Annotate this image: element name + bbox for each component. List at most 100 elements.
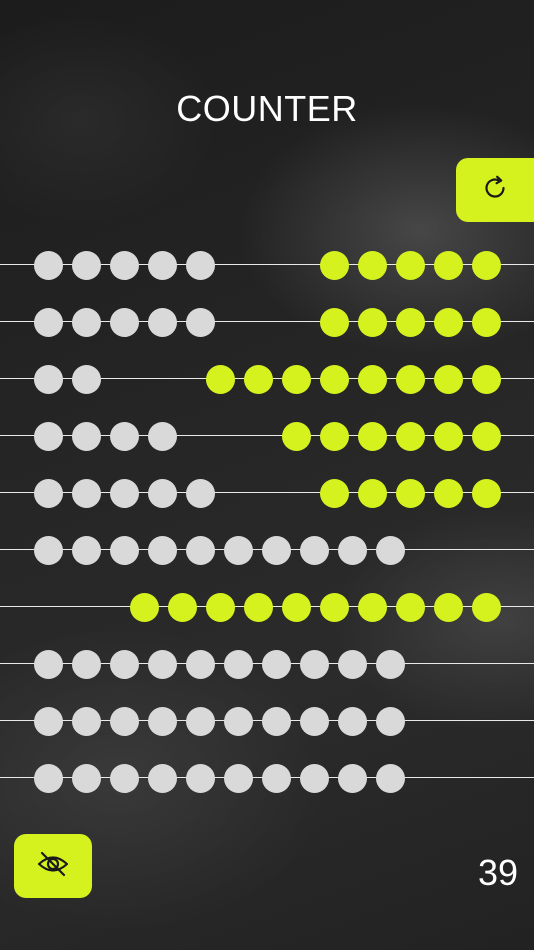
bead-counted[interactable] — [206, 365, 235, 394]
bead-uncounted[interactable] — [72, 707, 101, 736]
bead-uncounted[interactable] — [148, 764, 177, 793]
bead-uncounted[interactable] — [376, 536, 405, 565]
bead-counted[interactable] — [434, 479, 463, 508]
bead-uncounted[interactable] — [72, 251, 101, 280]
bead-uncounted[interactable] — [186, 707, 215, 736]
bead-uncounted[interactable] — [34, 764, 63, 793]
bead-uncounted[interactable] — [224, 536, 253, 565]
bead-uncounted[interactable] — [110, 536, 139, 565]
bead-uncounted[interactable] — [262, 650, 291, 679]
bead-uncounted[interactable] — [110, 308, 139, 337]
bead-uncounted[interactable] — [148, 422, 177, 451]
bead-uncounted[interactable] — [186, 479, 215, 508]
bead-uncounted[interactable] — [186, 308, 215, 337]
bead-uncounted[interactable] — [376, 707, 405, 736]
bead-counted[interactable] — [206, 593, 235, 622]
bead-uncounted[interactable] — [110, 764, 139, 793]
bead-counted[interactable] — [358, 422, 387, 451]
bead-uncounted[interactable] — [224, 650, 253, 679]
bead-uncounted[interactable] — [72, 479, 101, 508]
bead-uncounted[interactable] — [34, 650, 63, 679]
bead-uncounted[interactable] — [34, 251, 63, 280]
bead-counted[interactable] — [358, 479, 387, 508]
bead-uncounted[interactable] — [148, 251, 177, 280]
bead-uncounted[interactable] — [34, 308, 63, 337]
bead-uncounted[interactable] — [376, 764, 405, 793]
bead-uncounted[interactable] — [110, 707, 139, 736]
bead-uncounted[interactable] — [72, 308, 101, 337]
bead-uncounted[interactable] — [72, 650, 101, 679]
bead-uncounted[interactable] — [186, 764, 215, 793]
bead-counted[interactable] — [320, 365, 349, 394]
reset-button[interactable] — [456, 158, 534, 222]
bead-counted[interactable] — [320, 308, 349, 337]
bead-uncounted[interactable] — [72, 764, 101, 793]
bead-counted[interactable] — [396, 251, 425, 280]
bead-uncounted[interactable] — [148, 536, 177, 565]
bead-uncounted[interactable] — [34, 707, 63, 736]
bead-uncounted[interactable] — [148, 650, 177, 679]
bead-uncounted[interactable] — [148, 479, 177, 508]
bead-uncounted[interactable] — [148, 707, 177, 736]
bead-uncounted[interactable] — [224, 707, 253, 736]
bead-uncounted[interactable] — [262, 536, 291, 565]
bead-uncounted[interactable] — [110, 479, 139, 508]
bead-counted[interactable] — [434, 422, 463, 451]
bead-counted[interactable] — [130, 593, 159, 622]
bead-uncounted[interactable] — [110, 251, 139, 280]
bead-uncounted[interactable] — [72, 422, 101, 451]
bead-uncounted[interactable] — [338, 764, 367, 793]
bead-counted[interactable] — [244, 365, 273, 394]
bead-uncounted[interactable] — [300, 764, 329, 793]
bead-uncounted[interactable] — [110, 650, 139, 679]
bead-counted[interactable] — [320, 479, 349, 508]
bead-counted[interactable] — [472, 593, 501, 622]
bead-counted[interactable] — [472, 479, 501, 508]
bead-counted[interactable] — [434, 365, 463, 394]
toggle-visibility-button[interactable] — [14, 834, 92, 898]
bead-uncounted[interactable] — [110, 422, 139, 451]
bead-uncounted[interactable] — [262, 764, 291, 793]
bead-counted[interactable] — [282, 593, 311, 622]
bead-counted[interactable] — [320, 593, 349, 622]
bead-counted[interactable] — [396, 365, 425, 394]
bead-counted[interactable] — [320, 422, 349, 451]
bead-counted[interactable] — [396, 308, 425, 337]
bead-uncounted[interactable] — [148, 308, 177, 337]
bead-counted[interactable] — [434, 593, 463, 622]
bead-uncounted[interactable] — [34, 422, 63, 451]
bead-uncounted[interactable] — [338, 536, 367, 565]
bead-uncounted[interactable] — [300, 536, 329, 565]
bead-uncounted[interactable] — [224, 764, 253, 793]
bead-uncounted[interactable] — [72, 536, 101, 565]
bead-uncounted[interactable] — [376, 650, 405, 679]
bead-uncounted[interactable] — [34, 536, 63, 565]
bead-counted[interactable] — [396, 422, 425, 451]
bead-uncounted[interactable] — [300, 707, 329, 736]
bead-uncounted[interactable] — [186, 251, 215, 280]
bead-counted[interactable] — [434, 251, 463, 280]
bead-counted[interactable] — [168, 593, 197, 622]
bead-counted[interactable] — [472, 365, 501, 394]
bead-counted[interactable] — [472, 251, 501, 280]
bead-counted[interactable] — [244, 593, 273, 622]
bead-uncounted[interactable] — [338, 707, 367, 736]
bead-uncounted[interactable] — [338, 650, 367, 679]
bead-counted[interactable] — [358, 308, 387, 337]
bead-uncounted[interactable] — [34, 365, 63, 394]
bead-counted[interactable] — [282, 422, 311, 451]
bead-uncounted[interactable] — [300, 650, 329, 679]
bead-counted[interactable] — [282, 365, 311, 394]
bead-counted[interactable] — [358, 593, 387, 622]
bead-counted[interactable] — [358, 365, 387, 394]
bead-uncounted[interactable] — [72, 365, 101, 394]
bead-uncounted[interactable] — [186, 536, 215, 565]
bead-counted[interactable] — [358, 251, 387, 280]
bead-uncounted[interactable] — [186, 650, 215, 679]
bead-counted[interactable] — [434, 308, 463, 337]
bead-counted[interactable] — [396, 479, 425, 508]
bead-counted[interactable] — [472, 422, 501, 451]
bead-counted[interactable] — [472, 308, 501, 337]
bead-counted[interactable] — [396, 593, 425, 622]
bead-uncounted[interactable] — [34, 479, 63, 508]
